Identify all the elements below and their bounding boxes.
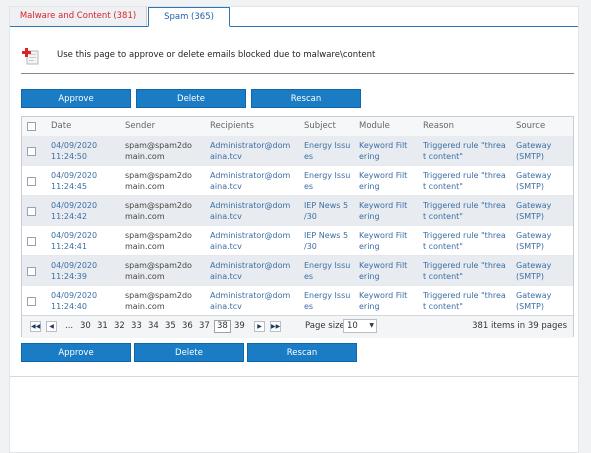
grid-header: Date Sender Recipients Subject Module Re… (22, 117, 573, 137)
column-header-date[interactable]: Date (51, 117, 71, 136)
cell-subject: Energy Issu es (304, 291, 351, 311)
column-header-subject[interactable]: Subject (304, 117, 336, 136)
column-header-sender[interactable]: Sender (125, 117, 155, 136)
cell-recipients: Administrator@dom aina.tcv (210, 231, 291, 251)
cell-reason: Triggered rule "threa t content" (423, 231, 506, 251)
rescan-button-bottom[interactable]: Rescan (247, 343, 357, 362)
row-checkbox[interactable] (27, 147, 36, 156)
pager: ◀◀ ◀ ... 30 31 32 33 34 35 36 37 38 39 ▶… (22, 315, 573, 338)
cell-subject: Energy Issu es (304, 171, 351, 191)
cell-recipients: Administrator@dom aina.tcv (210, 141, 291, 161)
cell-subject: Energy Issu es (304, 261, 351, 281)
cell-subject: IEP News 5 /30 (304, 201, 349, 221)
cell-date: 04/09/2020 11:24:42 (51, 201, 98, 221)
cell-module: Keyword Filt ering (359, 171, 408, 191)
row-checkbox[interactable] (27, 177, 36, 186)
cell-reason: Triggered rule "threa t content" (423, 141, 506, 161)
cell-date: 04/09/2020 11:24:39 (51, 261, 98, 281)
cell-recipients: Administrator@dom aina.tcv (210, 261, 291, 281)
prev-page-icon[interactable]: ◀ (46, 321, 57, 332)
select-all-checkbox[interactable] (27, 122, 36, 131)
cell-reason: Triggered rule "threa t content" (423, 171, 506, 191)
page-link[interactable]: 35 (165, 321, 176, 332)
cell-sender: spam@spam2do main.com (125, 231, 192, 251)
cell-reason: Triggered rule "threa t content" (423, 201, 506, 221)
cell-reason: Triggered rule "threa t content" (423, 261, 506, 281)
column-header-reason[interactable]: Reason (423, 117, 454, 136)
add-document-icon (22, 48, 39, 65)
page-link[interactable]: 37 (199, 321, 210, 332)
page-link[interactable]: 31 (97, 321, 108, 332)
column-header-source[interactable]: Source (516, 117, 545, 136)
delete-button-bottom[interactable]: Delete (134, 343, 244, 362)
row-checkbox[interactable] (27, 237, 36, 246)
blocked-emails-grid: Date Sender Recipients Subject Module Re… (21, 116, 574, 338)
delete-button-top[interactable]: Delete (136, 89, 246, 108)
cell-source: Gateway (SMTP) (516, 171, 552, 191)
page-link[interactable]: 32 (114, 321, 125, 332)
cell-date: 04/09/2020 11:24:45 (51, 171, 98, 191)
table-row[interactable]: 04/09/2020 11:24:42 spam@spam2do main.co… (22, 196, 573, 226)
page-link[interactable]: 36 (182, 321, 193, 332)
page-description: Use this page to approve or delete email… (57, 50, 376, 60)
cell-source: Gateway (SMTP) (516, 291, 552, 311)
page-link[interactable]: 30 (80, 321, 91, 332)
tab-malware-content[interactable]: Malware and Content (381) (10, 7, 147, 26)
footer-divider (10, 376, 578, 377)
cell-date: 04/09/2020 11:24:50 (51, 141, 98, 161)
approve-button-top[interactable]: Approve (21, 89, 131, 108)
approve-button-bottom[interactable]: Approve (21, 343, 131, 362)
row-checkbox[interactable] (27, 267, 36, 276)
tab-bar: Malware and Content (381) Spam (365) (10, 7, 578, 27)
cell-reason: Triggered rule "threa t content" (423, 291, 506, 311)
divider (21, 73, 574, 74)
tab-spam[interactable]: Spam (365) (148, 7, 230, 27)
cell-sender: spam@spam2do main.com (125, 171, 192, 191)
chevron-down-icon: ▼ (369, 322, 374, 329)
cell-module: Keyword Filt ering (359, 261, 408, 281)
row-checkbox[interactable] (27, 297, 36, 306)
cell-recipients: Administrator@dom aina.tcv (210, 291, 291, 311)
page-link[interactable]: 33 (131, 321, 142, 332)
page-size-label: Page size: (305, 321, 348, 331)
cell-date: 04/09/2020 11:24:41 (51, 231, 98, 251)
page-size-select[interactable]: 10 ▼ (343, 319, 377, 333)
page-link[interactable]: 39 (234, 321, 245, 332)
cell-module: Keyword Filt ering (359, 141, 408, 161)
page-size-value: 10 (347, 321, 358, 331)
cell-subject: IEP News 5 /30 (304, 231, 349, 251)
first-page-icon[interactable]: ◀◀ (30, 321, 41, 332)
cell-recipients: Administrator@dom aina.tcv (210, 171, 291, 191)
last-page-icon[interactable]: ▶▶ (270, 321, 281, 332)
cell-source: Gateway (SMTP) (516, 201, 552, 221)
cell-source: Gateway (SMTP) (516, 141, 552, 161)
cell-recipients: Administrator@dom aina.tcv (210, 201, 291, 221)
rescan-button-top[interactable]: Rescan (251, 89, 361, 108)
table-row[interactable]: 04/09/2020 11:24:39 spam@spam2do main.co… (22, 256, 573, 286)
next-page-icon[interactable]: ▶ (254, 321, 265, 332)
table-row[interactable]: 04/09/2020 11:24:40 spam@spam2do main.co… (22, 286, 573, 316)
column-header-recipients[interactable]: Recipients (210, 117, 254, 136)
table-row[interactable]: 04/09/2020 11:24:41 spam@spam2do main.co… (22, 226, 573, 256)
cell-date: 04/09/2020 11:24:40 (51, 291, 98, 311)
cell-module: Keyword Filt ering (359, 201, 408, 221)
table-row[interactable]: 04/09/2020 11:24:45 spam@spam2do main.co… (22, 166, 573, 196)
cell-module: Keyword Filt ering (359, 291, 408, 311)
cell-source: Gateway (SMTP) (516, 231, 552, 251)
row-checkbox[interactable] (27, 207, 36, 216)
pager-ellipsis[interactable]: ... (65, 321, 73, 332)
table-row[interactable]: 04/09/2020 11:24:50 spam@spam2do main.co… (22, 136, 573, 166)
page-link[interactable]: 34 (148, 321, 159, 332)
cell-source: Gateway (SMTP) (516, 261, 552, 281)
column-header-module[interactable]: Module (359, 117, 390, 136)
cell-module: Keyword Filt ering (359, 231, 408, 251)
main-panel: Malware and Content (381) Spam (365) Use… (9, 6, 579, 453)
items-count: 381 items in 39 pages (472, 321, 567, 331)
cell-sender: spam@spam2do main.com (125, 141, 192, 161)
cell-sender: spam@spam2do main.com (125, 291, 192, 311)
cell-sender: spam@spam2do main.com (125, 201, 192, 221)
cell-subject: Energy Issu es (304, 141, 351, 161)
cell-sender: spam@spam2do main.com (125, 261, 192, 281)
current-page[interactable]: 38 (214, 320, 231, 333)
